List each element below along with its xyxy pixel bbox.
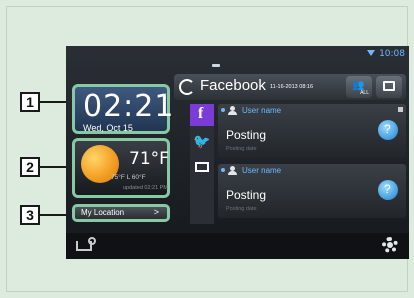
post-corner-icon [398, 107, 403, 112]
map-search-button[interactable] [72, 235, 102, 255]
avatar-icon [228, 166, 237, 175]
callout-3: 3 [20, 205, 40, 225]
mail-tab[interactable] [190, 156, 214, 178]
unread-dot [221, 168, 225, 172]
post-text: Posting [226, 188, 267, 202]
facebook-date: 11-16-2013 08:16 [270, 84, 314, 90]
search-icon [88, 237, 96, 245]
status-bar: 10:08 [66, 46, 409, 62]
temperature: 71°F [129, 149, 169, 169]
status-clock: 10:08 [379, 49, 405, 59]
like-icon: ? [384, 122, 391, 136]
all-button[interactable]: 👥 ALL [346, 76, 372, 98]
all-button-label: ALL [360, 90, 369, 96]
wifi-icon [367, 50, 375, 56]
compose-icon [383, 81, 395, 91]
clock-widget[interactable]: 02:21 Wed, Oct 15 [72, 84, 173, 134]
gear-center [387, 242, 393, 248]
facebook-title: Facebook [200, 77, 266, 94]
facebook-tab[interactable]: f [190, 104, 214, 126]
bottom-bar [66, 233, 409, 259]
unread-dot [221, 108, 225, 112]
refresh-icon[interactable] [179, 79, 195, 95]
like-button[interactable]: ? [378, 180, 398, 200]
twitter-icon: 🐦 [193, 133, 211, 149]
settings-button[interactable] [379, 235, 401, 255]
post-date: Posting date [226, 206, 257, 212]
callout-2: 2 [20, 157, 40, 177]
mail-icon [195, 162, 209, 172]
my-location-label: My Location [81, 208, 125, 217]
callout-1: 1 [20, 92, 40, 112]
clock-time: 02:21 [83, 89, 175, 124]
facebook-icon: f [198, 105, 204, 122]
post-item[interactable]: User name Posting Posting date ? [218, 104, 406, 158]
like-icon: ? [384, 182, 391, 196]
twitter-tab[interactable]: 🐦 [190, 130, 214, 152]
post-item[interactable]: User name Posting Posting date ? [218, 164, 406, 218]
temperature-high-low: 75°F L 60°F [111, 174, 146, 181]
like-button[interactable]: ? [378, 120, 398, 140]
facebook-header: Facebook 11-16-2013 08:16 👥 ALL [174, 74, 406, 100]
post-text: Posting [226, 128, 267, 142]
compose-button[interactable] [376, 76, 402, 98]
weather-updated-time: updated 02:21 PM [123, 185, 168, 191]
post-date: Posting date [226, 146, 257, 152]
social-side-tabs: f 🐦 [190, 104, 214, 224]
weather-widget[interactable]: 71°F 75°F L 60°F updated 02:21 PM [72, 138, 170, 198]
post-username: User name [242, 106, 282, 115]
page-indicator [212, 64, 220, 67]
clock-date: Wed, Oct 15 [83, 123, 133, 133]
my-location-button[interactable]: My Location > [72, 204, 170, 222]
device-screen: 10:08 02:21 Wed, Oct 15 71°F 75°F L 60°F… [66, 46, 409, 259]
chevron-right-icon: > [153, 207, 159, 217]
avatar-icon [228, 106, 237, 115]
post-username: User name [242, 166, 282, 175]
